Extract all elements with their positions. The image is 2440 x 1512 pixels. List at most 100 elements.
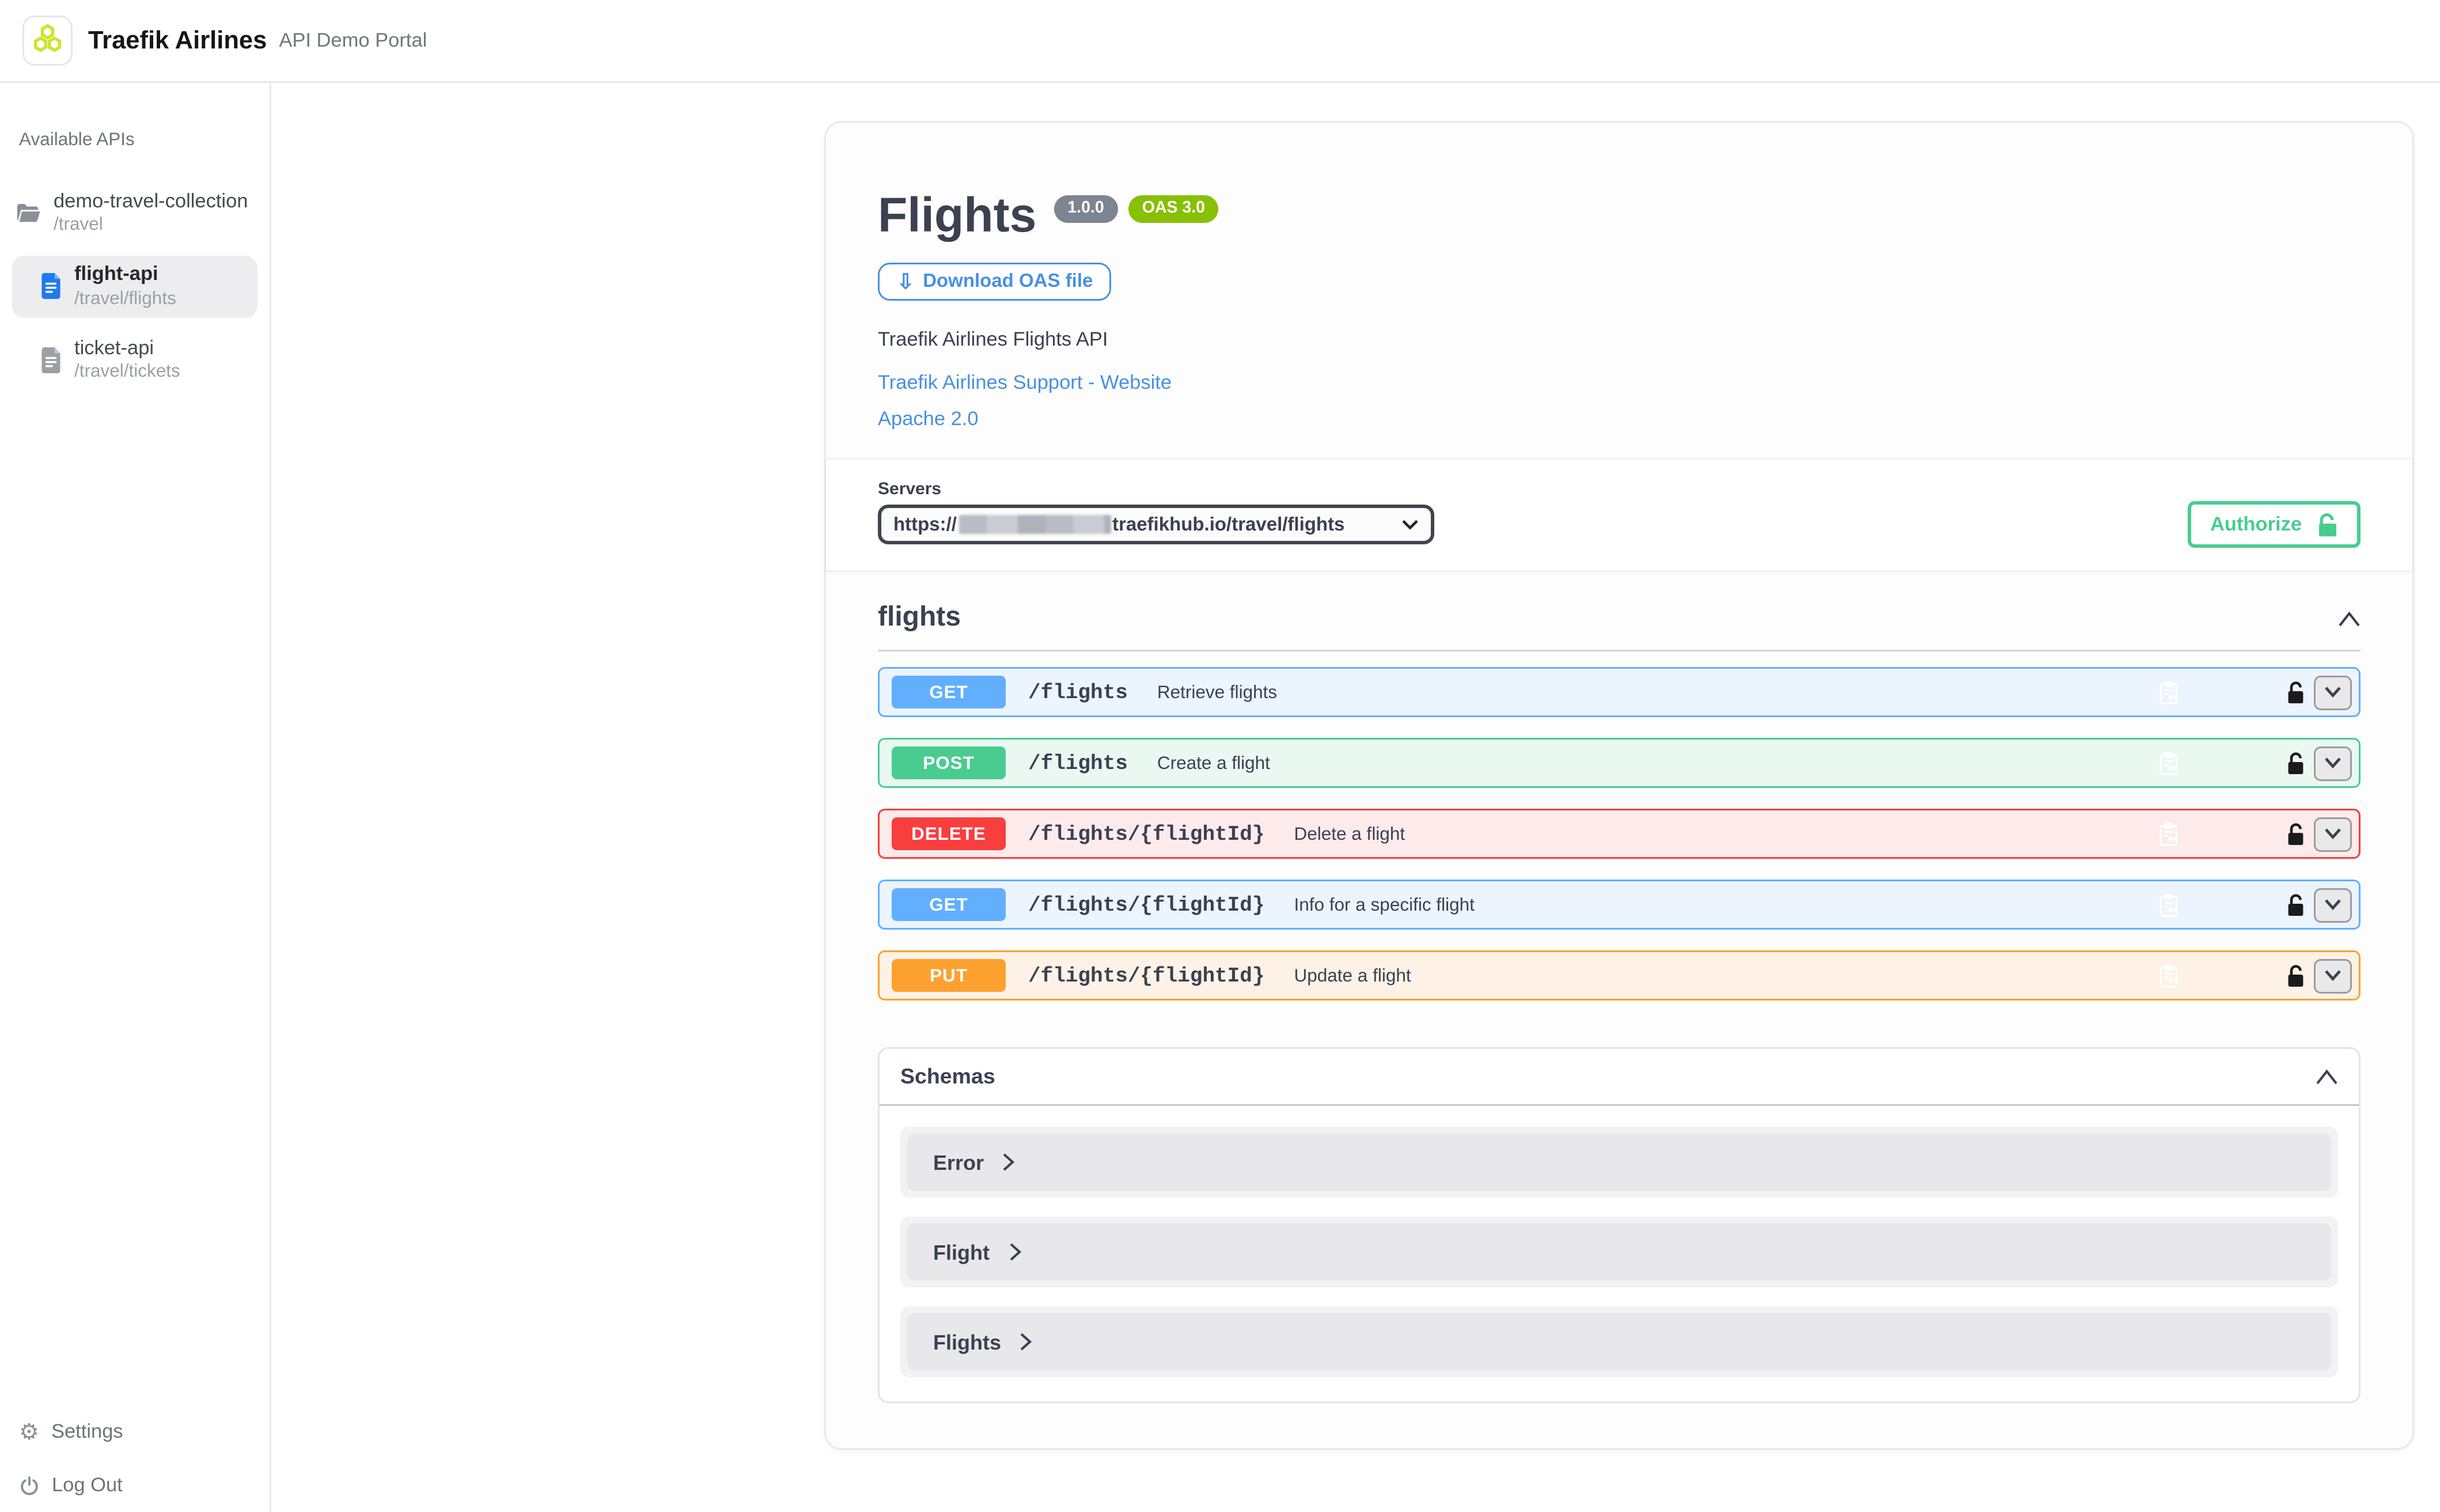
api-list: demo-travel-collection /travel flight-ap… [0, 183, 270, 391]
operation-summary: Delete a flight [1294, 824, 1405, 844]
clipboard-import-icon[interactable] [2158, 822, 2179, 846]
operation-row-delete-flight[interactable]: DELETE /flights/{flightId} Delete a flig… [878, 809, 2361, 859]
auth-lock-icon[interactable] [2286, 822, 2305, 846]
operation-summary: Retrieve flights [1157, 682, 1277, 703]
operation-path: /flights [1028, 751, 1128, 775]
method-badge: GET [892, 676, 1006, 708]
operation-summary: Create a flight [1157, 753, 1270, 774]
main-content: Flights 1.0.0 OAS 3.0 ⇩ Download OAS fil… [271, 83, 2440, 1512]
oas-badge: OAS 3.0 [1128, 195, 1219, 222]
folder-icon [16, 202, 41, 225]
expand-operation-button[interactable] [2314, 817, 2352, 851]
operation-path: /flights/{flightId} [1028, 822, 1264, 846]
gear-icon: ⚙ [19, 1420, 39, 1443]
model-row-flights[interactable]: Flights [907, 1313, 2331, 1370]
api-name: ticket-api [74, 338, 180, 361]
api-name: flight-api [74, 265, 176, 288]
download-label: Download OAS file [923, 271, 1093, 292]
traefik-hub-logo-icon [22, 16, 73, 66]
api-path: /travel/tickets [74, 361, 180, 381]
authorize-button[interactable]: Authorize [2188, 501, 2361, 548]
auth-lock-icon[interactable] [2286, 751, 2305, 775]
operation-row-put-flight[interactable]: PUT /flights/{flightId} Update a flight [878, 950, 2361, 1001]
operation-row-get-flights[interactable]: GET /flights Retrieve flights [878, 667, 2361, 717]
version-badge: 1.0.0 [1054, 195, 1117, 222]
server-url-prefix: https:// [893, 514, 957, 535]
auth-lock-icon[interactable] [2286, 964, 2305, 988]
chevron-down-icon [2324, 757, 2342, 769]
server-select[interactable]: https:// traefikhub.io/travel/flights [878, 505, 1434, 544]
servers-label: Servers [878, 480, 2361, 499]
chevron-down-icon [2324, 686, 2342, 698]
api-info: Flights 1.0.0 OAS 3.0 ⇩ Download OAS fil… [878, 123, 2361, 430]
file-icon-blue [40, 274, 62, 300]
hexagons-icon [29, 22, 66, 59]
chevron-right-icon [1003, 1153, 1015, 1172]
page: Traefik Airlines API Demo Portal Availab… [0, 0, 2440, 1512]
divider [878, 650, 2361, 651]
collapse-section-button[interactable] [2338, 611, 2361, 627]
operation-path: /flights/{flightId} [1028, 893, 1264, 917]
chevron-right-icon [1009, 1242, 1021, 1261]
model-container: Flights [900, 1306, 2338, 1377]
page-title: Flights [878, 192, 1036, 240]
chevron-down-icon [2324, 828, 2342, 840]
sidebar-item-demo-travel-collection[interactable]: demo-travel-collection /travel [12, 183, 257, 244]
sidebar: Available APIs demo-travel-collection /t… [0, 83, 271, 1512]
model-name: Flight [933, 1240, 990, 1264]
settings-label: Settings [51, 1422, 123, 1442]
clipboard-import-icon[interactable] [2158, 964, 2179, 988]
sidebar-item-flight-api[interactable]: flight-api /travel/flights [12, 256, 257, 317]
method-badge: POST [892, 746, 1006, 779]
sidebar-item-logout[interactable]: Log Out [19, 1476, 123, 1496]
app-header: Traefik Airlines API Demo Portal [0, 0, 2440, 83]
section-title: flights [878, 603, 961, 634]
chevron-up-icon [2338, 611, 2361, 627]
operation-path: /flights [1028, 680, 1128, 704]
expand-operation-button[interactable] [2314, 746, 2352, 780]
api-path: /travel/flights [74, 288, 176, 309]
api-name: demo-travel-collection [54, 192, 248, 215]
auth-lock-icon[interactable] [2286, 680, 2305, 704]
clipboard-import-icon[interactable] [2158, 680, 2179, 704]
clipboard-import-icon[interactable] [2158, 751, 2179, 775]
operation-path: /flights/{flightId} [1028, 964, 1264, 988]
method-badge: PUT [892, 959, 1006, 992]
api-card: Flights 1.0.0 OAS 3.0 ⇩ Download OAS fil… [824, 121, 2414, 1450]
expand-operation-button[interactable] [2314, 888, 2352, 922]
clipboard-import-icon[interactable] [2158, 893, 2179, 917]
chevron-down-icon [2324, 899, 2342, 911]
authorize-label: Authorize [2210, 514, 2302, 535]
api-path: /travel [54, 215, 248, 236]
auth-lock-icon[interactable] [2286, 893, 2305, 917]
operation-summary: Update a flight [1294, 965, 1411, 986]
operation-row-post-flights[interactable]: POST /flights Create a flight [878, 738, 2361, 788]
power-icon [19, 1476, 40, 1496]
chevron-down-icon [2324, 969, 2342, 982]
chevron-up-icon [2316, 1069, 2338, 1085]
expand-operation-button[interactable] [2314, 958, 2352, 993]
schemas-section: Schemas Error [878, 1047, 2361, 1403]
schemas-title: Schemas [900, 1064, 995, 1089]
server-url-redacted [958, 515, 1111, 534]
support-link[interactable]: Traefik Airlines Support - Website [878, 373, 2361, 394]
operation-summary: Info for a specific flight [1294, 895, 1474, 915]
sidebar-item-settings[interactable]: ⚙ Settings [19, 1420, 123, 1443]
unlock-icon [2317, 513, 2338, 537]
model-row-error[interactable]: Error [907, 1134, 2331, 1191]
sidebar-item-ticket-api[interactable]: ticket-api /travel/tickets [12, 329, 257, 391]
license-link[interactable]: Apache 2.0 [878, 410, 2361, 430]
collapse-schemas-button[interactable] [2316, 1069, 2338, 1085]
expand-operation-button[interactable] [2314, 675, 2352, 710]
download-oas-button[interactable]: ⇩ Download OAS file [878, 263, 1112, 301]
model-row-flight[interactable]: Flight [907, 1223, 2331, 1280]
file-icon-gray [40, 347, 62, 373]
operation-row-get-flight-by-id[interactable]: GET /flights/{flightId} Info for a speci… [878, 880, 2361, 930]
models-list: Error Flight Flights [880, 1106, 2359, 1401]
chevron-right-icon [1020, 1332, 1032, 1351]
server-url-suffix: traefikhub.io/travel/flights [1112, 514, 1344, 535]
model-name: Flights [933, 1330, 1001, 1354]
chevron-down-icon [1401, 518, 1419, 530]
scheme-container: Servers https:// traefikhub.io/travel/fli… [826, 458, 2412, 570]
method-badge: GET [892, 888, 1006, 921]
